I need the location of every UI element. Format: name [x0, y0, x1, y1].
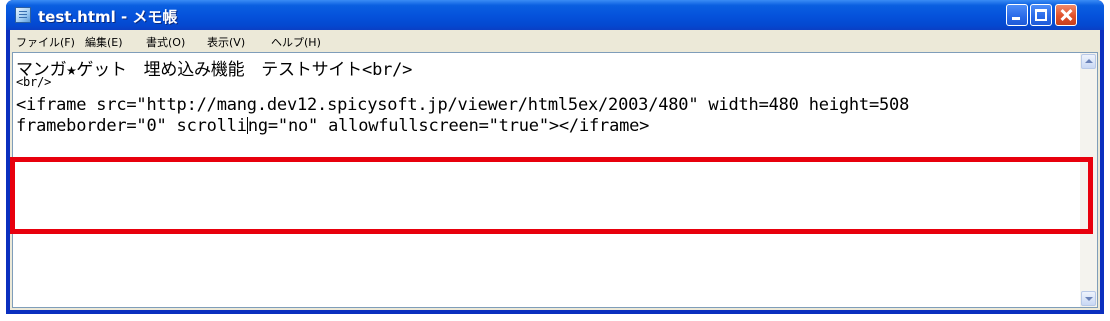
notepad-icon[interactable]	[15, 7, 31, 23]
menu-view[interactable]: 表示(V)	[207, 34, 245, 50]
minimize-icon	[1012, 17, 1020, 20]
text-line-4: frameborder="0" scrolling="no" allowfull…	[16, 116, 649, 136]
scroll-up-button[interactable]	[1081, 54, 1096, 69]
text-line-4-after: ng="no" allowfullscreen="true"></iframe>	[247, 116, 650, 136]
window-title: test.html - メモ帳	[38, 8, 178, 26]
minimize-button[interactable]	[1006, 4, 1028, 26]
text-line-4-before: frameborder="0" scrolli	[16, 116, 247, 136]
menu-file[interactable]: ファイル(F)	[16, 34, 75, 50]
maximize-button[interactable]	[1030, 4, 1052, 26]
menu-bar: ファイル(F) 編集(E) 書式(O) 表示(V) ヘルプ(H)	[10, 30, 1100, 52]
close-icon	[1056, 5, 1076, 25]
title-bar[interactable]: test.html - メモ帳	[6, 0, 1104, 30]
maximize-icon	[1035, 9, 1047, 21]
menu-edit[interactable]: 編集(E)	[85, 34, 123, 50]
close-button[interactable]	[1055, 4, 1077, 26]
text-line-1: マンガ★ゲット 埋め込み機能 テストサイト<br/>	[16, 60, 413, 80]
highlight-box	[10, 157, 1093, 234]
text-line-3: <iframe src="http://mang.dev12.spicysoft…	[16, 95, 910, 115]
scroll-down-button[interactable]	[1081, 291, 1096, 306]
menu-help[interactable]: ヘルプ(H)	[271, 34, 321, 50]
menu-format[interactable]: 書式(O)	[146, 34, 185, 50]
text-line-2: <br/>	[16, 75, 52, 89]
